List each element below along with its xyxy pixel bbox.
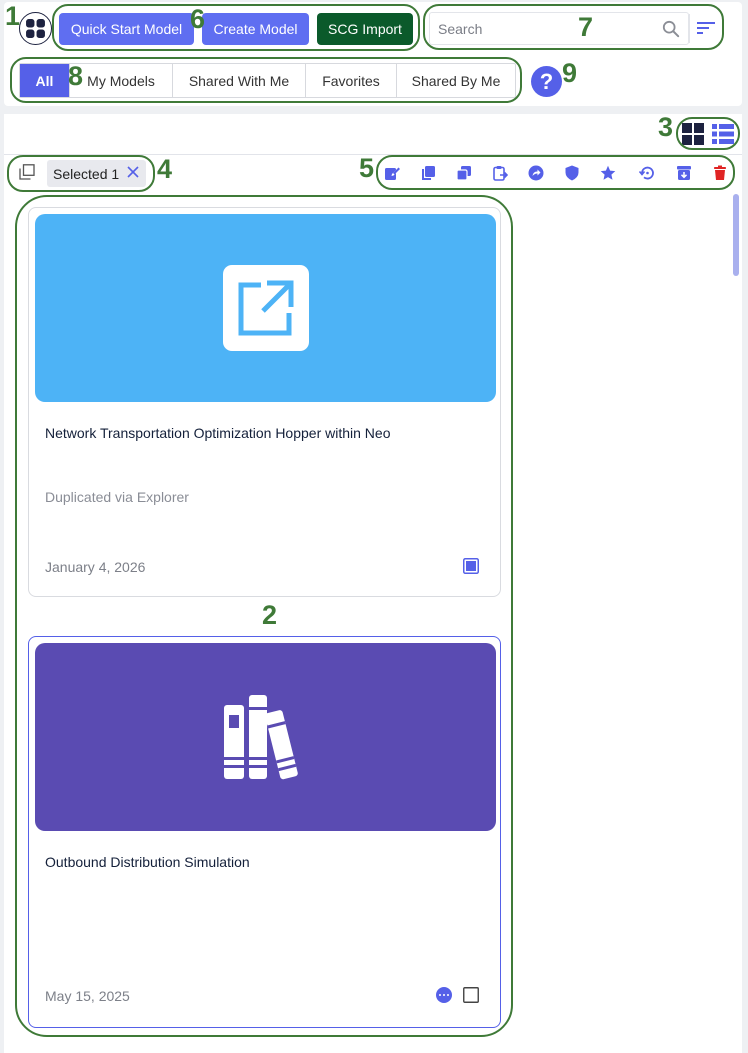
page: Quick Start Model Create Model SCG Impor… bbox=[0, 0, 748, 1053]
grid-view-icon[interactable] bbox=[682, 123, 704, 145]
more-options-icon[interactable] bbox=[436, 987, 452, 1003]
select-all-icon[interactable] bbox=[19, 164, 35, 180]
grid-apps-icon bbox=[26, 19, 45, 38]
tab-favorites[interactable]: Favorites bbox=[305, 64, 396, 97]
annotation-number: 7 bbox=[578, 12, 594, 42]
scrollbar-track[interactable] bbox=[733, 194, 739, 1049]
model-card[interactable]: Outbound Distribution Simulation May 15,… bbox=[28, 636, 501, 1028]
selection-chip: Selected 1 bbox=[47, 160, 146, 187]
search-placeholder: Search bbox=[438, 21, 483, 37]
share-icon[interactable] bbox=[528, 165, 544, 181]
search-input[interactable]: Search bbox=[429, 12, 689, 45]
list-view-icon[interactable] bbox=[712, 123, 734, 145]
paste-icon[interactable] bbox=[492, 165, 508, 181]
search-icon[interactable] bbox=[662, 20, 680, 38]
star-icon[interactable] bbox=[600, 165, 616, 181]
tab-shared-with-me[interactable]: Shared With Me bbox=[172, 64, 305, 97]
copy-icon[interactable] bbox=[420, 165, 436, 181]
annotation-number: 5 bbox=[359, 153, 375, 183]
duplicate-icon[interactable] bbox=[456, 165, 472, 181]
annotation-number: 3 bbox=[658, 112, 674, 142]
selection-chip-label: Selected 1 bbox=[53, 165, 120, 182]
card-title: Network Transportation Optimization Hopp… bbox=[45, 425, 391, 441]
annotation-number: 2 bbox=[262, 600, 278, 630]
card-checkbox[interactable] bbox=[463, 987, 479, 1003]
model-card[interactable]: Network Transportation Optimization Hopp… bbox=[28, 207, 501, 597]
shield-icon[interactable] bbox=[564, 165, 580, 181]
tab-all[interactable]: All bbox=[20, 64, 69, 97]
edit-icon[interactable] bbox=[384, 165, 400, 181]
close-icon[interactable] bbox=[126, 165, 140, 179]
annotation-number: 6 bbox=[190, 4, 206, 34]
tab-my-models[interactable]: My Models bbox=[69, 64, 172, 97]
card-description: Duplicated via Explorer bbox=[45, 489, 189, 505]
open-external-icon bbox=[222, 265, 309, 351]
card-title: Outbound Distribution Simulation bbox=[45, 854, 250, 870]
annotation-number: 1 bbox=[5, 1, 21, 31]
tab-shared-by-me[interactable]: Shared By Me bbox=[396, 64, 515, 97]
books-icon bbox=[223, 695, 298, 780]
quick-start-model-button[interactable]: Quick Start Model bbox=[59, 13, 194, 45]
delete-icon[interactable] bbox=[712, 165, 728, 181]
annotation-number: 8 bbox=[68, 61, 84, 91]
filter-lines-icon[interactable] bbox=[697, 20, 715, 36]
scg-import-button[interactable]: SCG Import bbox=[317, 13, 413, 45]
create-model-button[interactable]: Create Model bbox=[202, 13, 309, 45]
card-date: May 15, 2025 bbox=[45, 988, 130, 1004]
app-menu-button[interactable] bbox=[19, 12, 52, 45]
card-banner bbox=[35, 214, 496, 402]
annotation-number: 9 bbox=[562, 58, 578, 88]
card-date: January 4, 2026 bbox=[45, 559, 146, 575]
help-button[interactable]: ? bbox=[531, 66, 562, 97]
card-checkbox[interactable] bbox=[463, 558, 479, 574]
search-divider bbox=[689, 14, 690, 43]
card-banner bbox=[35, 643, 496, 831]
annotation-number: 4 bbox=[157, 154, 173, 184]
filter-tabs: All My Models Shared With Me Favorites S… bbox=[19, 63, 516, 98]
restore-icon[interactable] bbox=[639, 165, 655, 181]
scrollbar-thumb[interactable] bbox=[733, 194, 739, 276]
archive-icon[interactable] bbox=[676, 165, 692, 181]
